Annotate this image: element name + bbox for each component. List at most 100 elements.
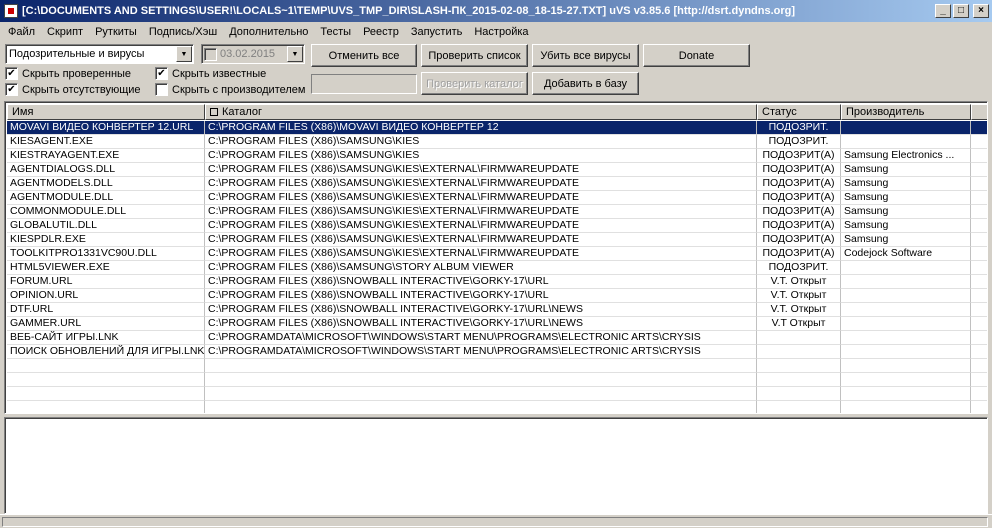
cell-status [757, 387, 841, 401]
cell-vendor: Samsung [841, 177, 971, 191]
cell-extra [971, 247, 987, 261]
cell-name: GLOBALUTIL.DLL [7, 219, 205, 233]
table-row[interactable]: HTML5VIEWER.EXE C:\PROGRAM FILES (X86)\SA… [7, 261, 987, 275]
menu-file[interactable]: Файл [2, 26, 41, 38]
cell-name: KIESPDLR.EXE [7, 233, 205, 247]
cell-status [757, 359, 841, 373]
cell-extra [971, 275, 987, 289]
table-row[interactable]: COMMONMODULE.DLL C:\PROGRAM FILES (X86)\S… [7, 205, 987, 219]
table-row[interactable] [7, 373, 987, 387]
cell-vendor [841, 345, 971, 359]
cell-extra [971, 121, 987, 135]
table-row[interactable]: DTF.URL C:\PROGRAM FILES (X86)\SNOWBALL I… [7, 303, 987, 317]
check-directory-button[interactable]: Проверить каталог [421, 72, 528, 95]
cell-directory: C:\PROGRAMDATA\MICROSOFT\WINDOWS\START M… [205, 331, 757, 345]
cell-name: COMMONMODULE.DLL [7, 205, 205, 219]
cell-vendor: Samsung [841, 205, 971, 219]
cell-vendor: Codejock Software [841, 247, 971, 261]
window-title: [C:\DOCUMENTS AND SETTINGS\USER!\LOCALS~… [22, 5, 796, 17]
cell-extra [971, 149, 987, 163]
hide-with-vendor-checkbox[interactable] [155, 83, 168, 96]
cell-directory: C:\PROGRAM FILES (X86)\SNOWBALL INTERACT… [205, 275, 757, 289]
date-value: 03.02.2015 [220, 48, 276, 60]
table-row[interactable] [7, 387, 987, 401]
title-bar[interactable]: [C:\DOCUMENTS AND SETTINGS\USER!\LOCALS~… [0, 0, 992, 22]
column-extra[interactable] [971, 104, 987, 120]
cell-status [757, 373, 841, 387]
cell-extra [971, 345, 987, 359]
check-list-button[interactable]: Проверить список [421, 44, 528, 67]
column-status[interactable]: Статус [757, 104, 841, 120]
hide-checked-label: Скрыть проверенные [22, 67, 132, 80]
cell-status: ПОДОЗРИТ. [757, 261, 841, 275]
cell-directory: C:\PROGRAM FILES (X86)\SNOWBALL INTERACT… [205, 317, 757, 331]
hide-with-vendor-option[interactable]: Скрыть с производителем [155, 83, 305, 96]
cell-name: AGENTDIALOGS.DLL [7, 163, 205, 177]
close-button[interactable]: × [973, 4, 989, 18]
cell-status: ПОДОЗРИТ(А) [757, 219, 841, 233]
cell-vendor [841, 317, 971, 331]
menu-rootkits[interactable]: Руткиты [89, 26, 143, 38]
cell-extra [971, 191, 987, 205]
column-directory[interactable]: Каталог [205, 104, 757, 120]
date-checkbox[interactable] [204, 47, 217, 61]
details-pane[interactable] [4, 417, 988, 514]
table-row[interactable]: FORUM.URL C:\PROGRAM FILES (X86)\SNOWBALL… [7, 275, 987, 289]
cell-directory [205, 401, 757, 413]
table-row[interactable]: TOOLKITPRO1331VC90U.DLL C:\PROGRAM FILES … [7, 247, 987, 261]
add-to-database-button[interactable]: Добавить в базу [532, 72, 639, 95]
table-row[interactable]: MOVAVI ВИДЕО КОНВЕРТЕР 12.URL C:\PROGRAM … [7, 121, 987, 135]
menu-run[interactable]: Запустить [405, 26, 469, 38]
files-table[interactable]: Имя Каталог Статус Производитель MOVAVI … [4, 101, 988, 414]
menu-settings[interactable]: Настройка [468, 26, 534, 38]
cell-directory: C:\PROGRAM FILES (X86)\SNOWBALL INTERACT… [205, 289, 757, 303]
hide-missing-checkbox[interactable]: ✔ [5, 83, 18, 96]
filter-select[interactable]: Подозрительные и вирусы ▼ [5, 44, 194, 64]
menu-extra[interactable]: Дополнительно [223, 26, 314, 38]
kill-all-viruses-button[interactable]: Убить все вирусы [532, 44, 639, 67]
table-row[interactable]: GAMMER.URL C:\PROGRAM FILES (X86)\SNOWBAL… [7, 317, 987, 331]
cell-directory [205, 359, 757, 373]
menu-tests[interactable]: Тесты [314, 26, 357, 38]
cell-name: GAMMER.URL [7, 317, 205, 331]
table-row[interactable] [7, 401, 987, 413]
cell-extra [971, 373, 987, 387]
minimize-button[interactable]: _ [935, 4, 951, 18]
cell-directory: C:\PROGRAM FILES (X86)\SNOWBALL INTERACT… [205, 303, 757, 317]
table-body: MOVAVI ВИДЕО КОНВЕРТЕР 12.URL C:\PROGRAM … [7, 121, 987, 413]
table-row[interactable]: ПОИСК ОБНОВЛЕНИЙ ДЛЯ ИГРЫ.LNK C:\PROGRAMD… [7, 345, 987, 359]
menu-signature[interactable]: Подпись/Хэш [143, 26, 223, 38]
table-row[interactable]: AGENTMODULE.DLL C:\PROGRAM FILES (X86)\SA… [7, 191, 987, 205]
chevron-down-icon[interactable]: ▼ [176, 46, 192, 62]
table-row[interactable] [7, 359, 987, 373]
cell-vendor [841, 135, 971, 149]
donate-button[interactable]: Donate [643, 44, 750, 67]
column-vendor[interactable]: Производитель [841, 104, 971, 120]
table-row[interactable]: ВЕБ-САЙТ ИГРЫ.LNK C:\PROGRAMDATA\MICROSOF… [7, 331, 987, 345]
cell-status: V.T. Открыт [757, 303, 841, 317]
date-picker[interactable]: 03.02.2015 ▼ [201, 44, 305, 64]
menu-registry[interactable]: Реестр [357, 26, 405, 38]
table-row[interactable]: OPINION.URL C:\PROGRAM FILES (X86)\SNOWBA… [7, 289, 987, 303]
chevron-down-icon[interactable]: ▼ [287, 46, 303, 62]
table-row[interactable]: KIESPDLR.EXE C:\PROGRAM FILES (X86)\SAMSU… [7, 233, 987, 247]
table-row[interactable]: GLOBALUTIL.DLL C:\PROGRAM FILES (X86)\SAM… [7, 219, 987, 233]
cell-vendor: Samsung [841, 163, 971, 177]
cell-name [7, 401, 205, 413]
hide-missing-option[interactable]: ✔ Скрыть отсутствующие [5, 83, 141, 96]
hide-checked-checkbox[interactable]: ✔ [5, 67, 18, 80]
table-row[interactable]: AGENTDIALOGS.DLL C:\PROGRAM FILES (X86)\S… [7, 163, 987, 177]
cancel-all-button[interactable]: Отменить все [311, 44, 417, 67]
cell-status [757, 345, 841, 359]
hide-known-option[interactable]: ✔ Скрыть известные [155, 67, 266, 80]
path-input[interactable] [311, 74, 417, 94]
hide-known-checkbox[interactable]: ✔ [155, 67, 168, 80]
menu-script[interactable]: Скрипт [41, 26, 89, 38]
maximize-button[interactable]: □ [953, 4, 969, 18]
table-row[interactable]: KIESTRAYAGENT.EXE C:\PROGRAM FILES (X86)\… [7, 149, 987, 163]
table-row[interactable]: KIESAGENT.EXE C:\PROGRAM FILES (X86)\SAMS… [7, 135, 987, 149]
hide-checked-option[interactable]: ✔ Скрыть проверенные [5, 67, 131, 80]
cell-directory: C:\PROGRAM FILES (X86)\SAMSUNG\KIES [205, 135, 757, 149]
table-row[interactable]: AGENTMODELS.DLL C:\PROGRAM FILES (X86)\SA… [7, 177, 987, 191]
column-name[interactable]: Имя [7, 104, 205, 120]
